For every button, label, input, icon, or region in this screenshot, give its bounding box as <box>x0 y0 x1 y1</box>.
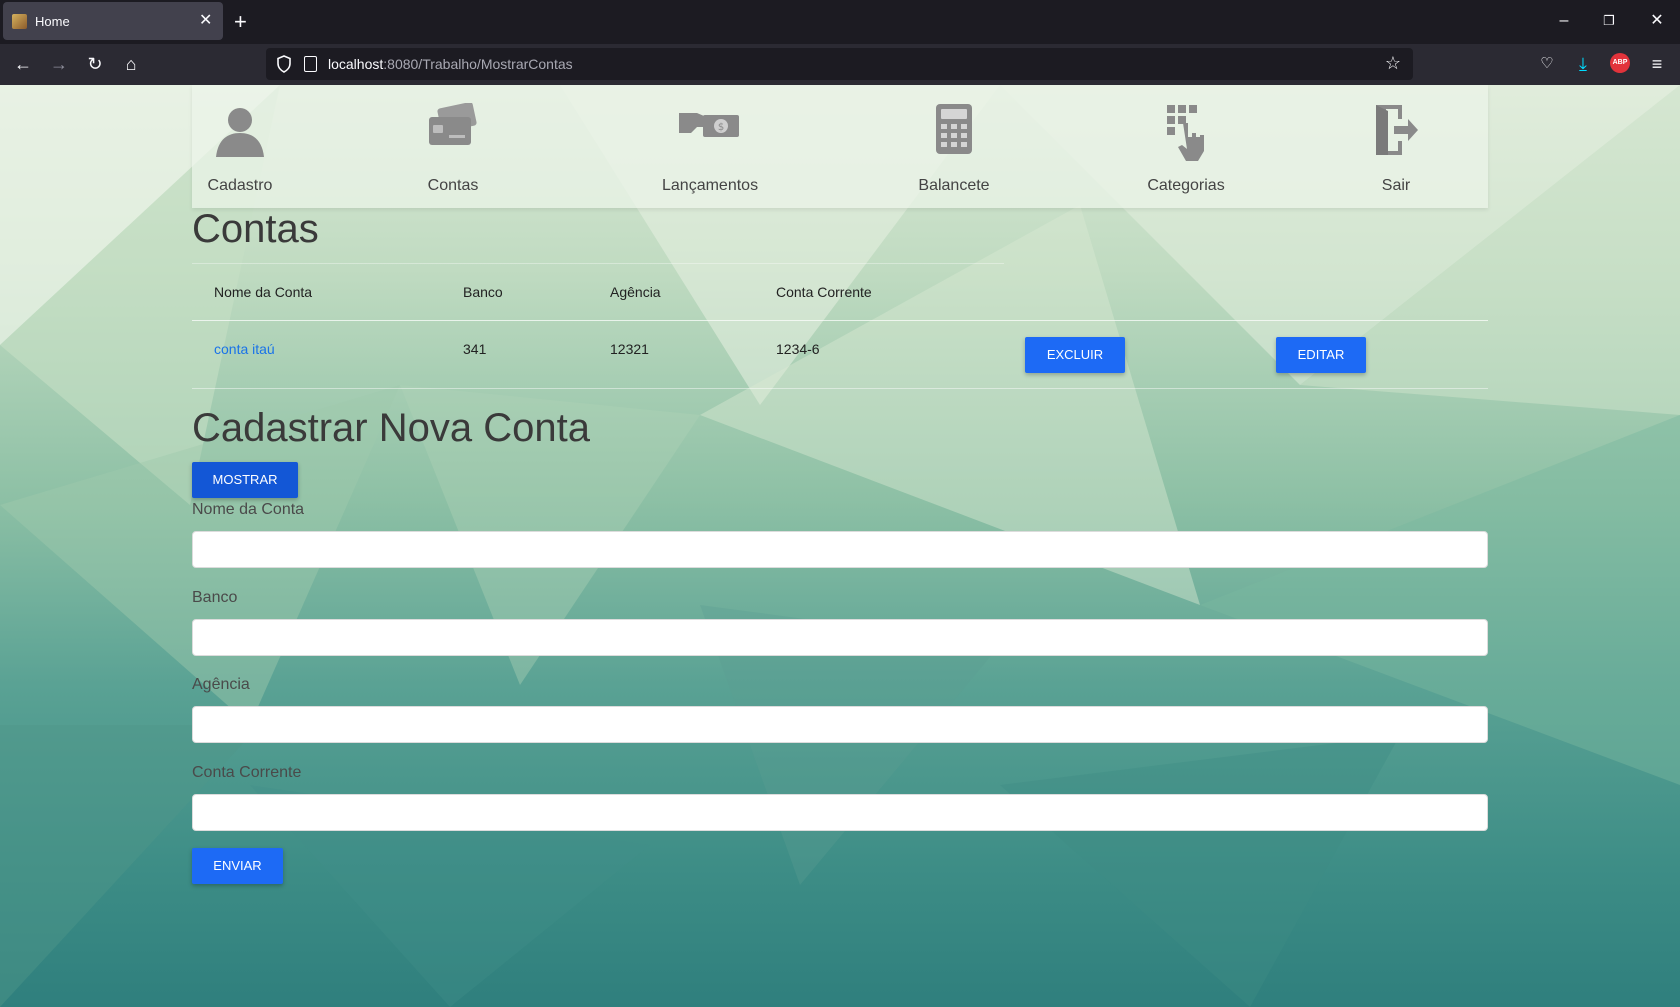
menu-label-cadastro: Cadastro <box>207 177 273 194</box>
forward-icon[interactable]: → <box>48 53 70 75</box>
contas-title: Contas <box>192 207 319 251</box>
adblock-icon[interactable]: ABP <box>1610 53 1630 73</box>
shield-icon[interactable] <box>276 55 292 73</box>
menu-item-contas[interactable]: Contas <box>418 85 488 208</box>
banco-label: Banco <box>192 589 238 606</box>
minimize-icon[interactable]: – <box>1553 10 1575 32</box>
home-icon[interactable]: ⌂ <box>120 53 142 75</box>
browser-navbar: ← → ↻ ⌂ localhost:8080/Trabalho/MostrarC… <box>0 44 1680 85</box>
tab-title: Home <box>35 14 70 29</box>
calculator-icon <box>936 104 972 154</box>
main-menu: Cadastro Contas $ Lançamentos Balancete … <box>192 85 1488 208</box>
back-icon[interactable]: ← <box>12 53 34 75</box>
menu-item-cadastro[interactable]: Cadastro <box>192 85 288 208</box>
browser-tab[interactable]: Home ✕ <box>3 2 223 40</box>
card-icon <box>429 103 477 145</box>
excluir-button[interactable]: EXCLUIR <box>1025 337 1125 373</box>
table-cell-conta-corrente: 1234-6 <box>776 341 820 357</box>
nome-conta-input[interactable] <box>192 531 1488 568</box>
editar-button[interactable]: EDITAR <box>1276 337 1366 373</box>
divider <box>192 263 1004 264</box>
url-bar[interactable]: localhost:8080/Trabalho/MostrarContas ☆ <box>266 48 1413 80</box>
menu-label-contas: Contas <box>427 177 479 194</box>
url-text[interactable]: localhost:8080/Trabalho/MostrarContas <box>328 56 573 72</box>
agencia-input[interactable] <box>192 706 1488 743</box>
menu-item-categorias[interactable]: Categorias <box>1146 85 1226 208</box>
conta-corrente-label: Conta Corrente <box>192 764 302 781</box>
svg-text:$: $ <box>718 122 724 133</box>
column-header-nome: Nome da Conta <box>214 284 313 300</box>
close-tab-icon[interactable]: ✕ <box>199 11 212 31</box>
menu-item-lancamentos[interactable]: $ Lançamentos <box>662 85 758 208</box>
user-icon <box>216 108 264 157</box>
nome-conta-label: Nome da Conta <box>192 501 305 518</box>
column-header-agencia: Agência <box>610 284 661 300</box>
menu-label-balancete: Balancete <box>918 177 990 194</box>
menu-item-sair[interactable]: Sair <box>1368 85 1424 208</box>
page-info-icon[interactable] <box>304 56 317 72</box>
reload-icon[interactable]: ↻ <box>84 53 106 75</box>
restore-icon[interactable]: ❐ <box>1598 10 1620 32</box>
menu-item-balancete[interactable]: Balancete <box>914 85 994 208</box>
divider <box>192 320 1488 321</box>
divider <box>192 388 1488 389</box>
page-viewport: Cadastro Contas $ Lançamentos Balancete … <box>0 85 1680 1007</box>
table-cell-agencia: 12321 <box>610 341 649 357</box>
table-cell-banco: 341 <box>463 341 487 357</box>
logout-icon <box>1376 105 1418 155</box>
conta-link[interactable]: conta itaú <box>214 341 275 357</box>
download-icon[interactable]: ⤓ <box>1572 53 1594 75</box>
agencia-label: Agência <box>192 676 250 693</box>
column-header-conta-corrente: Conta Corrente <box>776 284 872 300</box>
enviar-button[interactable]: ENVIAR <box>192 848 283 884</box>
menu-label-lancamentos: Lançamentos <box>662 177 759 194</box>
menu-label-sair: Sair <box>1381 177 1411 194</box>
pocket-icon[interactable]: ♡ <box>1536 53 1558 75</box>
window-close-icon[interactable]: ✕ <box>1646 10 1668 32</box>
cadastrar-title: Cadastrar Nova Conta <box>192 406 590 450</box>
conta-corrente-input[interactable] <box>192 794 1488 831</box>
browser-tabbar: Home ✕ + – ❐ ✕ <box>0 0 1680 44</box>
column-header-banco: Banco <box>463 284 503 300</box>
menu-label-categorias: Categorias <box>1147 177 1225 194</box>
grid-hand-icon <box>1167 105 1204 161</box>
menu-icon[interactable]: ≡ <box>1646 53 1668 75</box>
bookmark-star-icon[interactable]: ☆ <box>1385 53 1401 74</box>
new-tab-icon[interactable]: + <box>234 10 247 34</box>
money-hand-icon: $ <box>679 113 739 137</box>
banco-input[interactable] <box>192 619 1488 656</box>
mostrar-button[interactable]: MOSTRAR <box>192 462 298 498</box>
favicon-icon <box>12 14 27 29</box>
